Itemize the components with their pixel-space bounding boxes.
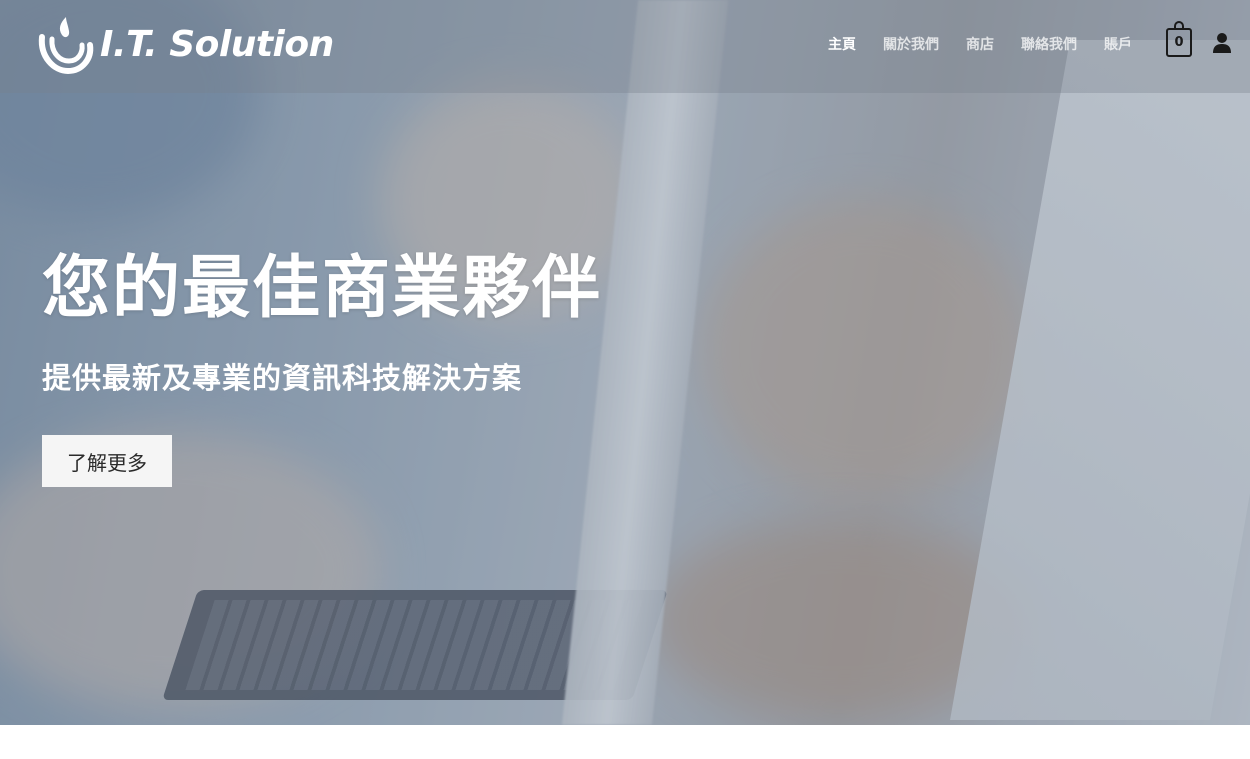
hero-subtitle: 提供最新及專業的資訊科技解決方案 xyxy=(42,361,523,395)
nav-item-shop[interactable]: 商店 xyxy=(966,34,994,54)
learn-more-button[interactable]: 了解更多 xyxy=(42,435,172,487)
nav-item-contact[interactable]: 聯絡我們 xyxy=(1021,34,1077,54)
logo-mark-icon xyxy=(38,17,94,75)
cart-count: 0 xyxy=(1174,35,1184,50)
nav-item-about[interactable]: 關於我們 xyxy=(883,34,939,54)
site-logo[interactable]: I.T. Solution xyxy=(36,12,334,76)
logo-text: I.T. Solution xyxy=(100,23,334,65)
nav-item-home[interactable]: 主頁 xyxy=(828,34,856,54)
main-nav: 主頁 關於我們 商店 聯絡我們 賬戶 xyxy=(828,34,1159,54)
site-header: I.T. Solution 主頁 關於我們 商店 聯絡我們 賬戶 0 xyxy=(0,0,1250,93)
hero-section: 您的最佳商業夥伴 提供最新及專業的資訊科技解決方案 了解更多 xyxy=(0,0,1250,725)
shopping-bag-icon[interactable]: 0 xyxy=(1166,21,1192,57)
hero-title: 您的最佳商業夥伴 xyxy=(42,249,603,328)
user-icon[interactable] xyxy=(1212,32,1232,54)
nav-item-account[interactable]: 賬戶 xyxy=(1104,34,1132,54)
